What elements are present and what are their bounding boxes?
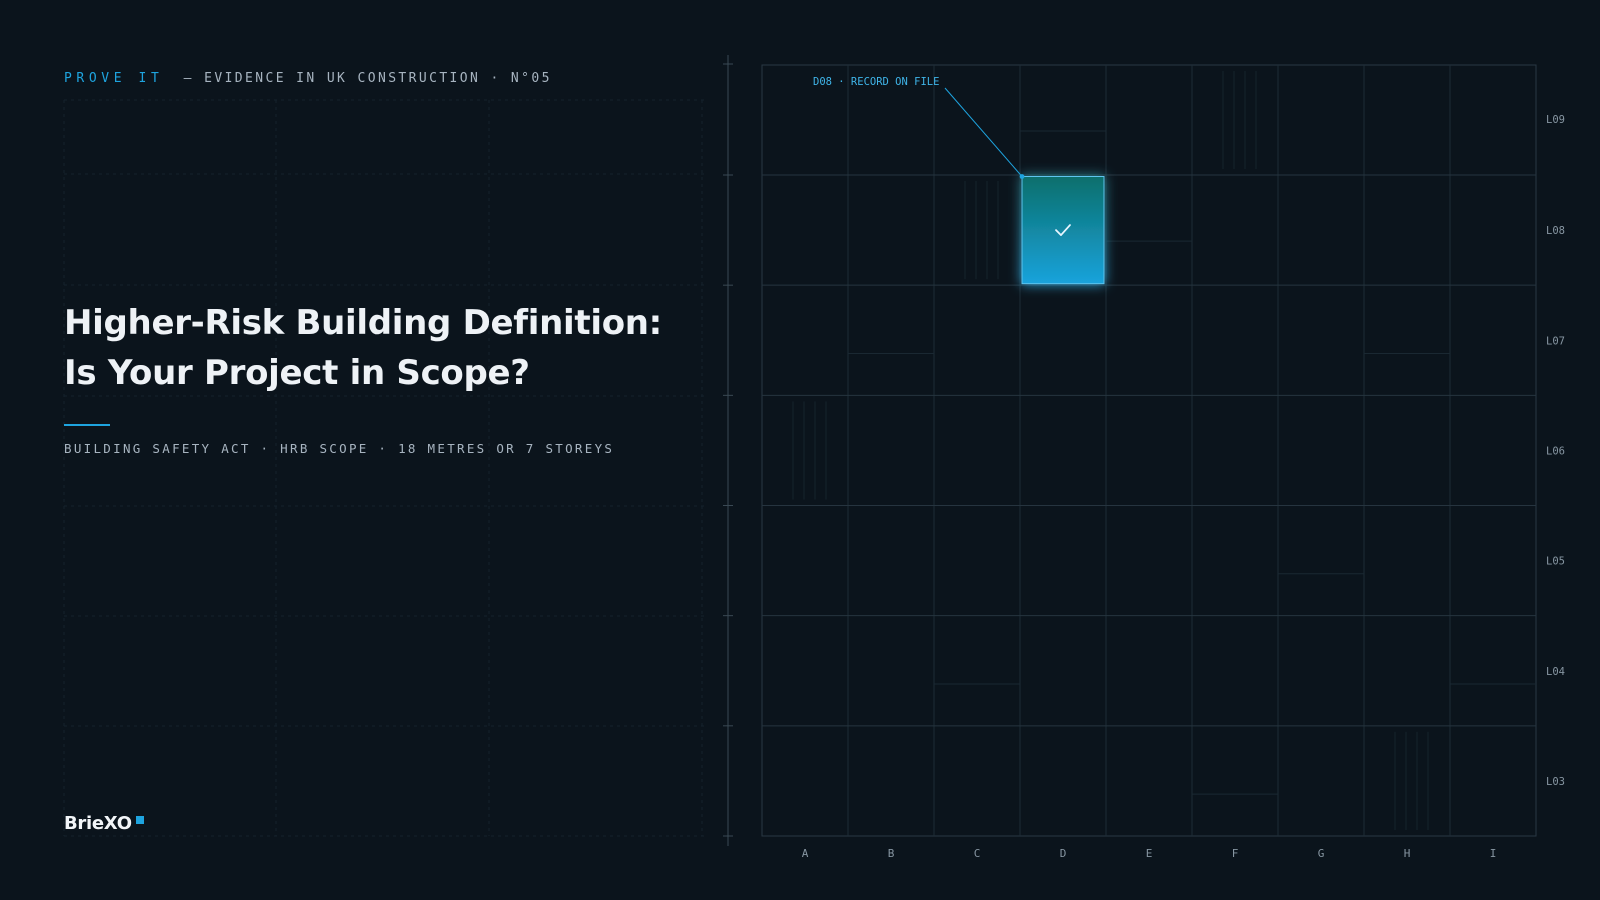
level-label: L07 [1546, 335, 1565, 347]
level-label: L06 [1546, 445, 1565, 457]
level-label: L04 [1546, 666, 1565, 678]
callout-dot [1019, 174, 1025, 179]
level-label: L05 [1546, 556, 1565, 568]
column-label: B [888, 847, 895, 860]
highlight-cell [1021, 176, 1105, 285]
column-label: E [1146, 847, 1153, 860]
level-label: L09 [1546, 114, 1565, 126]
level-label: L03 [1546, 776, 1565, 788]
column-label: A [802, 847, 809, 860]
building-grid-diagram: D08 · RECORD ON FILE A B C D E F G H I L09 L08 L07 L0… [723, 55, 1565, 860]
grid-frame [761, 64, 1537, 837]
column-label: D [1060, 847, 1067, 860]
grid-lines [761, 64, 1537, 837]
callout-label: D08 · RECORD ON FILE [813, 76, 939, 88]
column-label: F [1232, 847, 1239, 860]
column-label: I [1490, 847, 1497, 860]
column-label: H [1404, 847, 1411, 860]
highlight-layer [944, 87, 1105, 285]
level-label: L08 [1546, 225, 1565, 237]
slide: PROVE IT — EVIDENCE IN UK CONSTRUCTION ·… [0, 0, 1600, 900]
level-axis [723, 55, 733, 846]
column-label: C [974, 847, 981, 860]
grid-detail-lines [792, 71, 1536, 830]
column-label: G [1318, 847, 1325, 860]
callout-leader [944, 87, 1023, 177]
